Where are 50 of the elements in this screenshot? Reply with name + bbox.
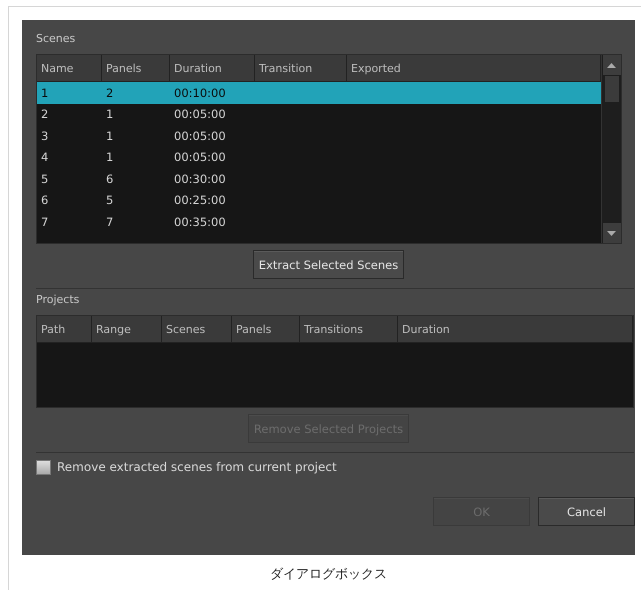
- table-row[interactable]: 2 1 00:05:00: [37, 104, 601, 125]
- table-cell-text: 1: [105, 106, 114, 124]
- table-cell-text: 4: [40, 149, 50, 166]
- table-cell-text: 00:05:00: [173, 106, 227, 124]
- table-cell-text: 1: [105, 149, 114, 166]
- extract-button[interactable]: Extract Selected Scenes: [252, 250, 404, 279]
- column-header[interactable]: Transitions: [300, 316, 398, 343]
- scrollbar-thumb[interactable]: [604, 76, 618, 102]
- table-row[interactable]: 6 5 00:25:00: [37, 190, 601, 211]
- table-row[interactable]: 5 6 00:30:00: [37, 168, 601, 190]
- checkbox-label: Remove extracted scenes from current project: [57, 460, 337, 474]
- table-cell-text: 00:10:00: [173, 84, 227, 102]
- table-cell-text: 00:25:00: [173, 192, 227, 210]
- section-title: Projects: [36, 293, 80, 308]
- dialog-button[interactable]: Cancel: [538, 497, 635, 526]
- column-header[interactable]: Duration: [398, 316, 633, 343]
- scrollbar[interactable]: [601, 55, 621, 243]
- table-cell-text: 5: [40, 170, 50, 188]
- column-header[interactable]: Duration: [170, 55, 255, 82]
- column-header[interactable]: Range: [92, 316, 162, 343]
- column-header[interactable]: Panels: [102, 55, 170, 82]
- table-cell-text: 3: [40, 128, 50, 145]
- table-row[interactable]: 4 1 00:05:00: [37, 146, 601, 168]
- table-row[interactable]: 1 2 00:10:00: [37, 82, 601, 104]
- column-header[interactable]: Exported: [347, 55, 601, 82]
- table-row[interactable]: 3 1 00:05:00: [37, 125, 601, 146]
- table-cell-text: 2: [40, 106, 50, 124]
- table-cell-text: 6: [105, 170, 114, 188]
- column-header[interactable]: Path: [37, 316, 92, 343]
- column-header[interactable]: Scenes: [162, 316, 232, 343]
- table-cell-text: 00:30:00: [173, 170, 227, 188]
- table-cell-text: 00:05:00: [173, 128, 227, 145]
- column-header[interactable]: Panels: [232, 316, 300, 343]
- section-title: Scenes: [36, 32, 76, 47]
- caption: ダイアログボックス: [269, 566, 388, 583]
- table-row[interactable]: 7 7 00:35:00: [37, 211, 601, 232]
- table-cell-text: 1: [105, 128, 114, 145]
- table-cell-text: 2: [105, 84, 114, 102]
- table-cell-text: 5: [105, 192, 114, 210]
- table-cell-text: 00:05:00: [173, 149, 227, 166]
- up-arrow-icon[interactable]: [607, 62, 616, 68]
- down-arrow-icon[interactable]: [607, 230, 616, 236]
- table-cell-text: 7: [40, 214, 50, 231]
- column-header[interactable]: Name: [37, 55, 102, 82]
- checkbox[interactable]: [36, 460, 51, 474]
- table-cell-text: 1: [40, 84, 50, 102]
- column-header[interactable]: Transition: [255, 55, 347, 82]
- table-cell-text: 00:35:00: [173, 214, 227, 231]
- table-cell-text: 6: [40, 192, 50, 210]
- table-cell-text: 7: [105, 214, 114, 231]
